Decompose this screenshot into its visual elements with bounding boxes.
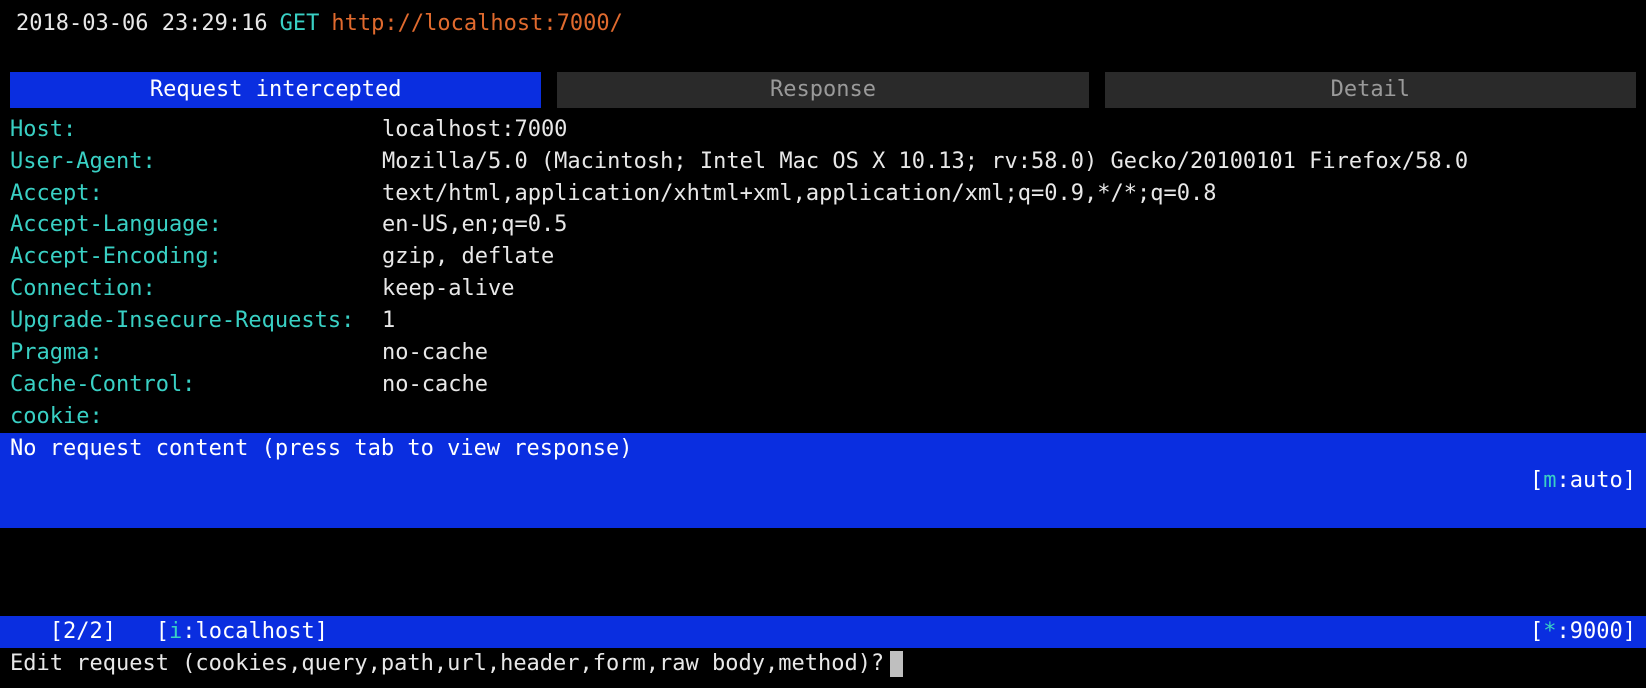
header-name: Host: xyxy=(10,114,382,146)
empty-space xyxy=(0,528,1646,616)
tab-request[interactable]: Request intercepted xyxy=(10,72,541,108)
header-name: Accept-Language: xyxy=(10,209,382,241)
header-row[interactable]: Accept-Encoding: gzip, deflate xyxy=(10,241,1636,273)
request-url: http://localhost:7000/ xyxy=(331,8,622,40)
header-name: Connection: xyxy=(10,273,382,305)
header-name: cookie: xyxy=(10,401,382,433)
header-row[interactable]: Upgrade-Insecure-Requests: 1 xyxy=(10,305,1636,337)
cursor-icon xyxy=(890,651,903,677)
mode-value: auto xyxy=(1570,468,1623,493)
header-value: localhost:7000 xyxy=(382,114,567,146)
tab-detail[interactable]: Detail xyxy=(1105,72,1636,108)
timestamp: 2018-03-06 23:29:16 xyxy=(16,8,268,40)
header-value: en-US,en;q=0.5 xyxy=(382,209,567,241)
bracket-open: [ xyxy=(156,619,169,644)
port-value: 9000 xyxy=(1570,619,1623,644)
bracket-close: ] xyxy=(1623,468,1636,493)
bracket-close: ] xyxy=(315,619,328,644)
header-value: keep-alive xyxy=(382,273,514,305)
header-row[interactable]: Connection: keep-alive xyxy=(10,273,1636,305)
header-value: no-cache xyxy=(382,337,488,369)
tab-response[interactable]: Response xyxy=(557,72,1088,108)
flow-position: [2/2] xyxy=(50,619,116,644)
view-tabs: Request intercepted Response Detail xyxy=(0,72,1646,108)
status-left: [2/2] [i:localhost] xyxy=(10,616,328,648)
header-name: Upgrade-Insecure-Requests: xyxy=(10,305,382,337)
request-headers: Host: localhost:7000 User-Agent: Mozilla… xyxy=(0,108,1646,433)
header-row[interactable]: User-Agent: Mozilla/5.0 (Macintosh; Inte… xyxy=(10,146,1636,178)
header-value: no-cache xyxy=(382,369,488,401)
mode-key: m xyxy=(1543,468,1556,493)
header-value: text/html,application/xhtml+xml,applicat… xyxy=(382,178,1216,210)
header-value: Mozilla/5.0 (Macintosh; Intel Mac OS X 1… xyxy=(382,146,1468,178)
header-name: Accept: xyxy=(10,178,382,210)
header-name: Accept-Encoding: xyxy=(10,241,382,273)
content-status-bar: No request content (press tab to view re… xyxy=(0,433,1646,529)
http-method: GET xyxy=(280,8,320,40)
command-prompt[interactable]: Edit request (cookies,query,path,url,hea… xyxy=(0,648,1646,688)
header-name: User-Agent: xyxy=(10,146,382,178)
header-row[interactable]: Host: localhost:7000 xyxy=(10,114,1636,146)
prompt-text: Edit request (cookies,query,path,url,hea… xyxy=(10,648,884,680)
request-summary-line: 2018-03-06 23:29:16 GET http://localhost… xyxy=(0,0,1646,44)
port-sep: : xyxy=(1557,619,1570,644)
bracket-open: [ xyxy=(1530,619,1543,644)
header-row[interactable]: Cache-Control: no-cache xyxy=(10,369,1636,401)
intercept-key: i xyxy=(169,619,182,644)
header-row[interactable]: cookie: xyxy=(10,401,1636,433)
header-name: Pragma: xyxy=(10,337,382,369)
header-row[interactable]: Accept: text/html,application/xhtml+xml,… xyxy=(10,178,1636,210)
intercept-value: localhost xyxy=(195,619,314,644)
bracket-open: [ xyxy=(1530,468,1543,493)
intercept-sep: : xyxy=(182,619,195,644)
header-value: 1 xyxy=(382,305,395,337)
mode-sep: : xyxy=(1557,468,1570,493)
status-bar: [2/2] [i:localhost] [*:9000] xyxy=(0,616,1646,648)
header-name: Cache-Control: xyxy=(10,369,382,401)
status-right: [*:9000] xyxy=(1530,616,1636,648)
header-row[interactable]: Accept-Language: en-US,en;q=0.5 xyxy=(10,209,1636,241)
bracket-close: ] xyxy=(1623,619,1636,644)
header-value: gzip, deflate xyxy=(382,241,554,273)
display-mode: [m:auto] xyxy=(1477,433,1636,529)
header-row[interactable]: Pragma: no-cache xyxy=(10,337,1636,369)
port-key: * xyxy=(1543,619,1556,644)
content-message: No request content (press tab to view re… xyxy=(10,433,633,529)
